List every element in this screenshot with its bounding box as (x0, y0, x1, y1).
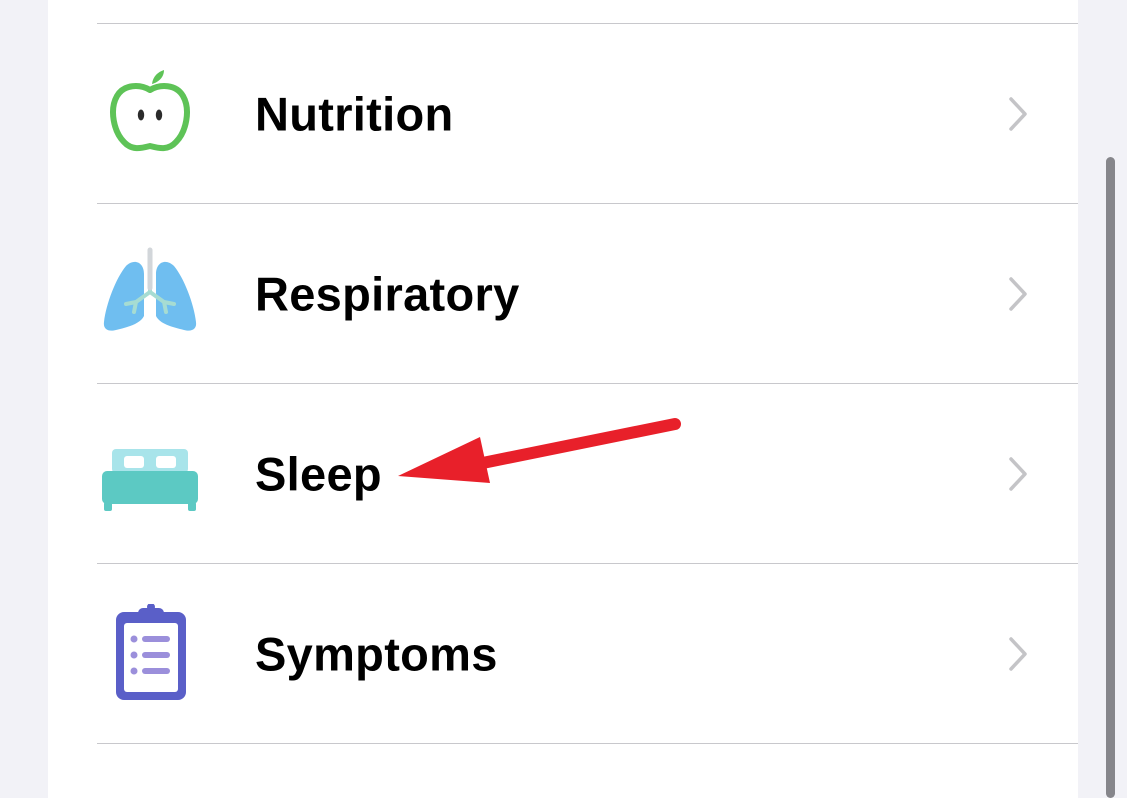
list-item-label: Respiratory (255, 267, 520, 320)
chevron-right-icon (1003, 94, 1033, 134)
list-item-label: Symptoms (255, 627, 498, 680)
apple-icon (100, 64, 200, 164)
scrollbar[interactable] (1106, 157, 1115, 798)
list-item-symptoms[interactable]: Symptoms (48, 564, 1078, 743)
bed-icon (100, 424, 200, 524)
list-item-label: Nutrition (255, 87, 454, 140)
lungs-icon (100, 244, 200, 344)
chevron-right-icon (1003, 634, 1033, 674)
list-item-label: Sleep (255, 447, 382, 500)
divider (97, 743, 1078, 744)
list-item-sleep[interactable]: Sleep (48, 384, 1078, 563)
list-item-respiratory[interactable]: Respiratory (48, 204, 1078, 383)
health-browse-screen: Nutrition Respiratory Sleep Symptoms (0, 0, 1127, 798)
chevron-right-icon (1003, 454, 1033, 494)
chevron-right-icon (1003, 274, 1033, 314)
list-item-nutrition[interactable]: Nutrition (48, 24, 1078, 203)
clipboard-icon (100, 603, 200, 704)
